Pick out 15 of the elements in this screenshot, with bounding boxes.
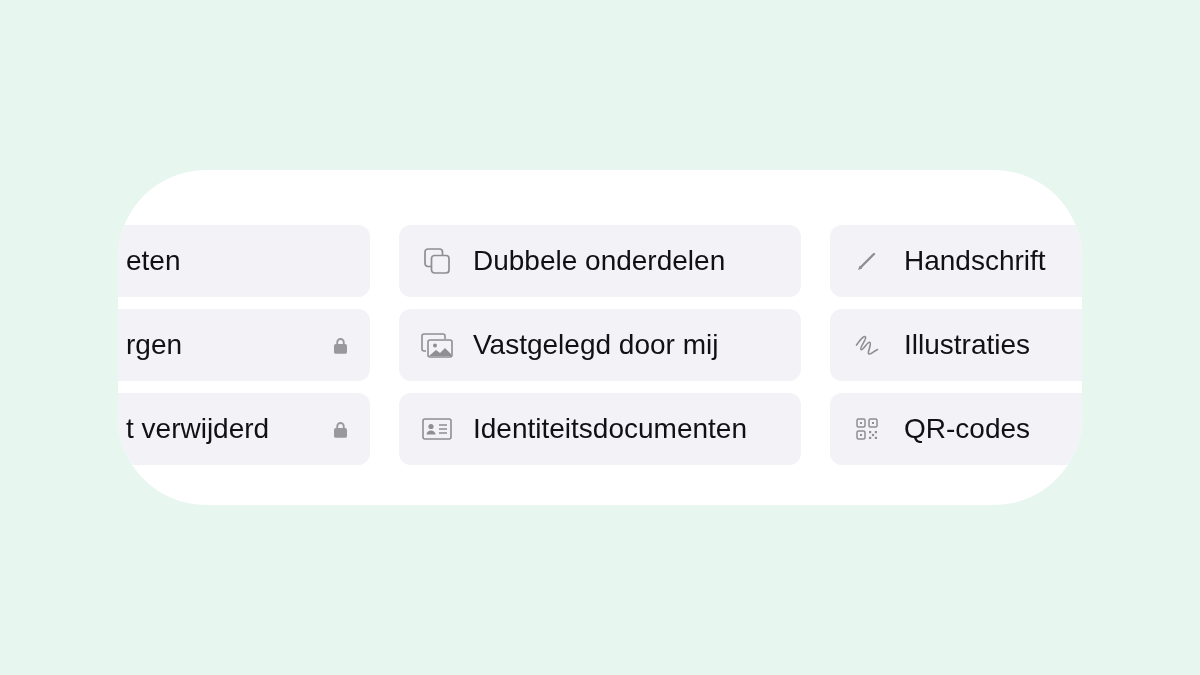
collection-item[interactable]: rgen (118, 309, 370, 381)
collection-item[interactable]: t verwijderd (118, 393, 370, 465)
collection-item[interactable]: Vastgelegd door mij (399, 309, 801, 381)
collection-item[interactable]: Identiteitsdocumenten (399, 393, 801, 465)
pencil-icon (857, 251, 877, 271)
collection-item[interactable]: eten (118, 225, 370, 297)
collection-item[interactable]: Dubbele onderdelen (399, 225, 801, 297)
squiggle-icon (855, 334, 879, 356)
id-card-icon (422, 418, 452, 440)
overlapping-squares-icon (424, 248, 450, 274)
collection-item[interactable]: QR-codes (830, 393, 1082, 465)
qr-code-icon (856, 418, 878, 440)
photo-stack-icon (421, 332, 453, 358)
collection-item[interactable]: Handschrift (830, 225, 1082, 297)
collection-item[interactable]: Illustraties (830, 309, 1082, 381)
